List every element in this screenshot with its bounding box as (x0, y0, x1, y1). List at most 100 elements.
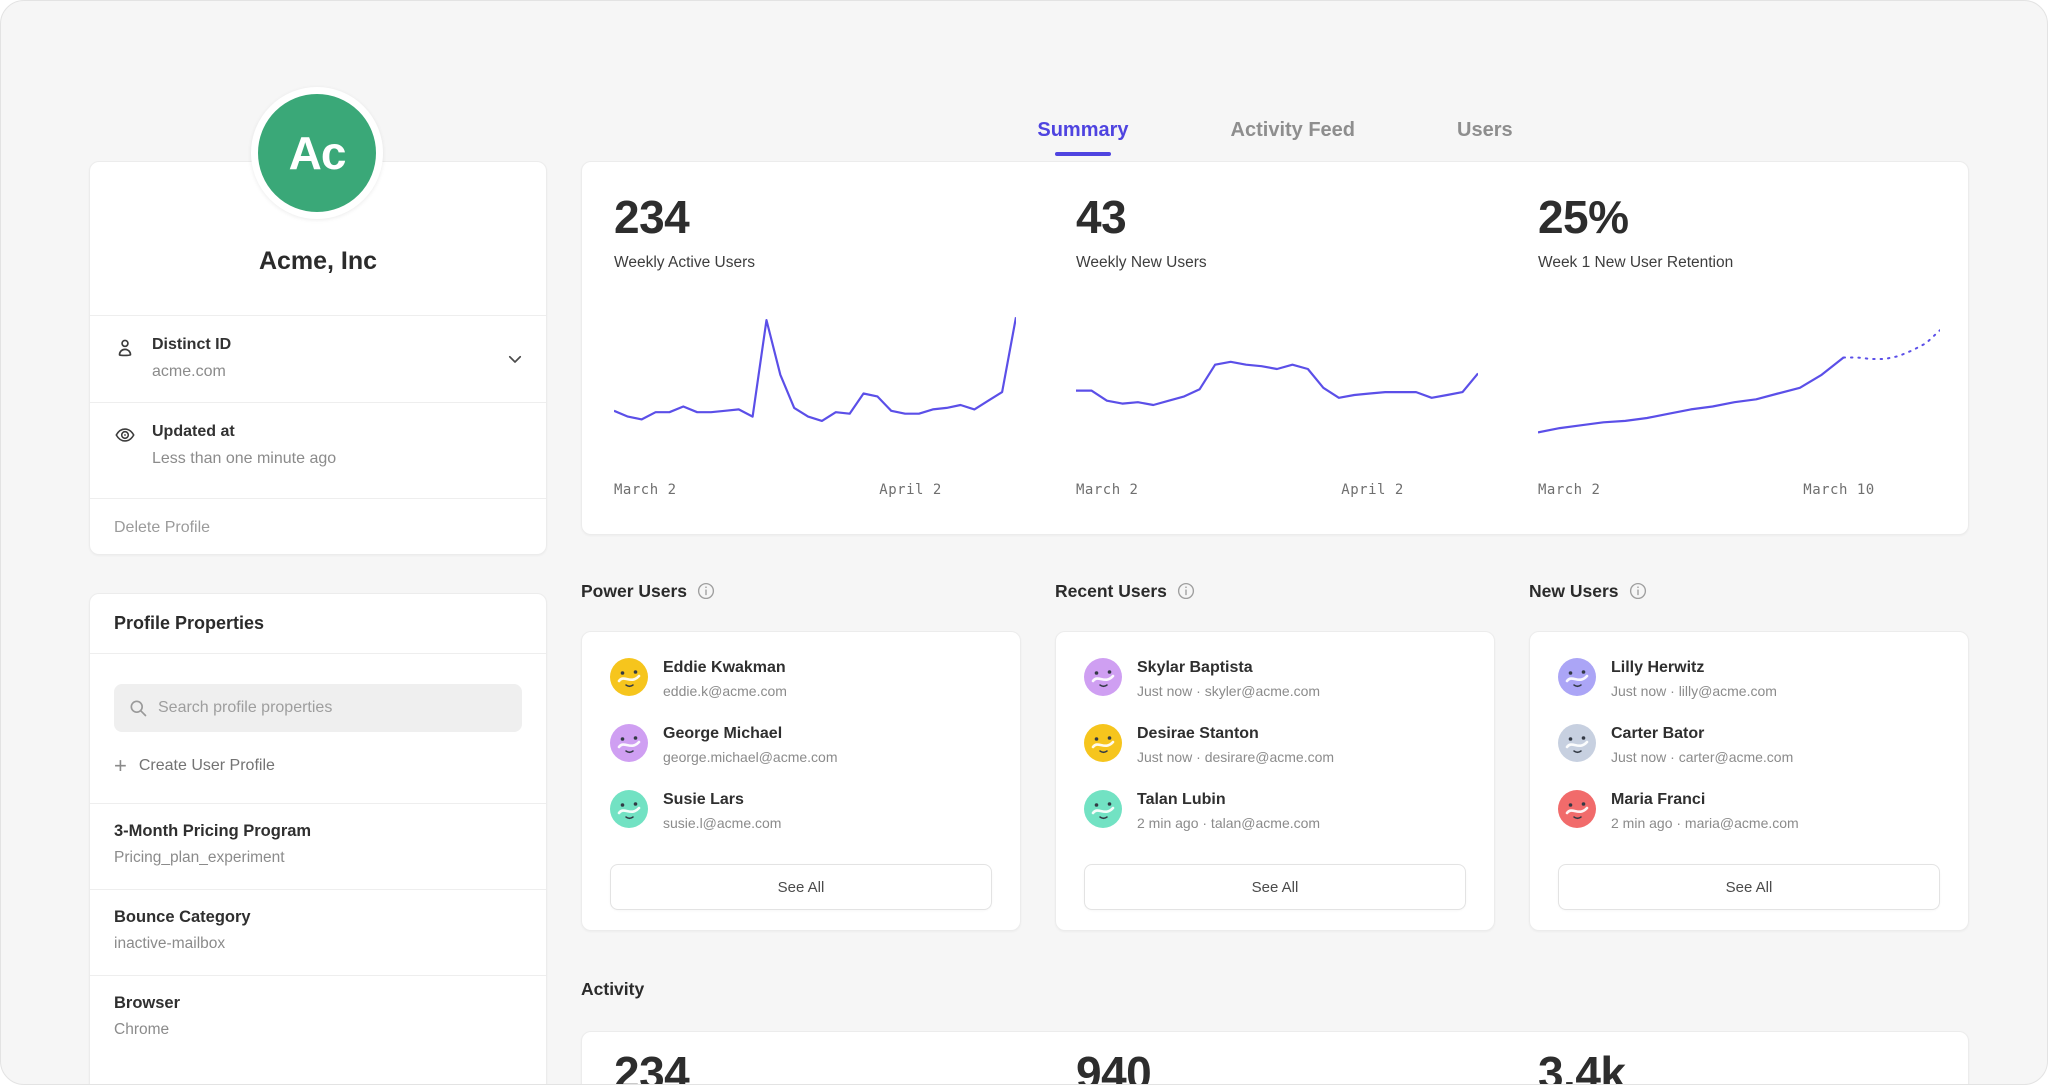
user-row[interactable]: Talan Lubin 2 min ago · talan@acme.com (1084, 790, 1466, 842)
user-avatar (1084, 724, 1122, 762)
activity-stat: 940 (1044, 1032, 1506, 1085)
user-name: Carter Bator (1611, 725, 1793, 743)
x-tick: April 2 (1341, 482, 1404, 498)
x-tick: March 10 (1803, 482, 1874, 498)
summary-stats-card: 234 Weekly Active Users March 2 April 2 … (581, 161, 1969, 535)
x-axis: March 2 March 10 (1538, 482, 1940, 506)
property-label: Browser (114, 994, 522, 1013)
person-icon (114, 337, 136, 359)
user-meta: 2 min ago · talan@acme.com (1137, 815, 1320, 831)
section-title: Power Users (581, 581, 687, 602)
activity-card: 234 940 3.4k (581, 1031, 1969, 1085)
user-name: Lilly Herwitz (1611, 659, 1777, 677)
tab-users[interactable]: Users (1455, 115, 1515, 156)
see-all-button[interactable]: See All (1558, 864, 1940, 910)
user-meta: Just now · lilly@acme.com (1611, 683, 1777, 699)
property-value: Chrome (114, 1021, 522, 1039)
stat-week1-retention: 25% Week 1 New User Retention March 2 Ma… (1506, 162, 1968, 534)
user-row[interactable]: George Michael george.michael@acme.com (610, 724, 992, 776)
field-value: acme.com (152, 363, 231, 381)
field-value: Less than one minute ago (152, 450, 336, 468)
activity-title: Activity (581, 979, 644, 1000)
stat-weekly-active-users: 234 Weekly Active Users March 2 April 2 (582, 162, 1044, 534)
user-name: Skylar Baptista (1137, 659, 1320, 677)
property-row[interactable]: Bounce Category inactive-mailbox (90, 889, 546, 975)
property-label: Bounce Category (114, 908, 522, 927)
user-avatar (1084, 790, 1122, 828)
x-axis: March 2 April 2 (1076, 482, 1478, 506)
user-avatar (1558, 790, 1596, 828)
create-user-profile-label: Create User Profile (139, 757, 275, 775)
user-row[interactable]: Skylar Baptista Just now · skyler@acme.c… (1084, 658, 1466, 710)
info-icon[interactable] (1629, 582, 1647, 600)
activity-stat-value: 3.4k (1538, 1050, 1940, 1085)
search-input[interactable] (114, 684, 522, 732)
tab-activity-feed[interactable]: Activity Feed (1229, 115, 1357, 156)
property-row[interactable]: Browser Chrome (90, 975, 546, 1061)
info-icon[interactable] (1177, 582, 1195, 600)
user-row[interactable]: Desirae Stanton Just now · desirare@acme… (1084, 724, 1466, 776)
user-row[interactable]: Carter Bator Just now · carter@acme.com (1558, 724, 1940, 776)
user-row[interactable]: Maria Franci 2 min ago · maria@acme.com (1558, 790, 1940, 842)
activity-stat: 234 (582, 1032, 1044, 1085)
stat-value: 234 (614, 194, 1016, 240)
tab-bar: Summary Activity Feed Users (581, 115, 1969, 156)
avatar-initials: Ac (289, 126, 346, 180)
info-icon[interactable] (697, 582, 715, 600)
see-all-button[interactable]: See All (610, 864, 992, 910)
sparkline-chart (1076, 302, 1478, 462)
users-card: Lilly Herwitz Just now · lilly@acme.com … (1529, 631, 1969, 931)
user-meta: Just now · skyler@acme.com (1137, 683, 1320, 699)
stat-value: 25% (1538, 194, 1940, 240)
user-name: Desirae Stanton (1137, 725, 1334, 743)
section-power-users: Power Users Eddie Kwakman eddie.k@acme.c… (581, 576, 1021, 606)
user-row[interactable]: Susie Lars susie.l@acme.com (610, 790, 992, 842)
sparkline-chart (1538, 302, 1940, 462)
delete-profile-button[interactable]: Delete Profile (114, 519, 210, 537)
section-header: New Users (1529, 576, 1969, 606)
stat-label: Weekly New Users (1076, 254, 1478, 272)
plus-icon: + (114, 757, 127, 775)
stat-value: 43 (1076, 194, 1478, 240)
profile-card: Acme, Inc Distinct ID acme.com Updated a… (89, 161, 547, 555)
property-row[interactable]: 3-Month Pricing Program Pricing_plan_exp… (90, 803, 546, 889)
section-header: Recent Users (1055, 576, 1495, 606)
section-new-users: New Users Lilly Herwitz Just now · lilly… (1529, 576, 1969, 606)
section-title: New Users (1529, 581, 1619, 602)
see-all-button[interactable]: See All (1084, 864, 1466, 910)
avatar: Ac (251, 87, 383, 219)
property-label: 3-Month Pricing Program (114, 822, 522, 841)
user-row[interactable]: Eddie Kwakman eddie.k@acme.com (610, 658, 992, 710)
profile-properties-title: Profile Properties (90, 594, 546, 654)
field-updated-at: Updated at Less than one minute ago (90, 402, 546, 498)
eye-icon (114, 424, 136, 446)
user-avatar (610, 790, 648, 828)
search-icon (128, 698, 148, 718)
user-meta: Just now · carter@acme.com (1611, 749, 1793, 765)
user-avatar (1558, 724, 1596, 762)
tab-summary[interactable]: Summary (1035, 115, 1130, 156)
user-meta: george.michael@acme.com (663, 749, 838, 765)
x-tick: March 2 (1076, 482, 1139, 498)
user-name: Maria Franci (1611, 791, 1799, 809)
user-name: Eddie Kwakman (663, 659, 787, 677)
user-avatar (1558, 658, 1596, 696)
field-distinct-id[interactable]: Distinct ID acme.com (90, 315, 546, 402)
user-meta: 2 min ago · maria@acme.com (1611, 815, 1799, 831)
sparkline-chart (614, 302, 1016, 462)
chevron-down-icon[interactable] (506, 350, 524, 368)
stat-weekly-new-users: 43 Weekly New Users March 2 April 2 (1044, 162, 1506, 534)
user-row[interactable]: Lilly Herwitz Just now · lilly@acme.com (1558, 658, 1940, 710)
user-avatar (610, 658, 648, 696)
section-title: Recent Users (1055, 581, 1167, 602)
search-wrap (114, 684, 522, 732)
users-card: Eddie Kwakman eddie.k@acme.com George Mi… (581, 631, 1021, 931)
section-header: Power Users (581, 576, 1021, 606)
create-user-profile-button[interactable]: + Create User Profile (114, 757, 275, 775)
user-meta: Just now · desirare@acme.com (1137, 749, 1334, 765)
activity-stat-value: 940 (1076, 1050, 1478, 1085)
company-name: Acme, Inc (259, 247, 377, 276)
x-tick: April 2 (879, 482, 942, 498)
user-avatar (1084, 658, 1122, 696)
field-label: Distinct ID (152, 336, 231, 354)
